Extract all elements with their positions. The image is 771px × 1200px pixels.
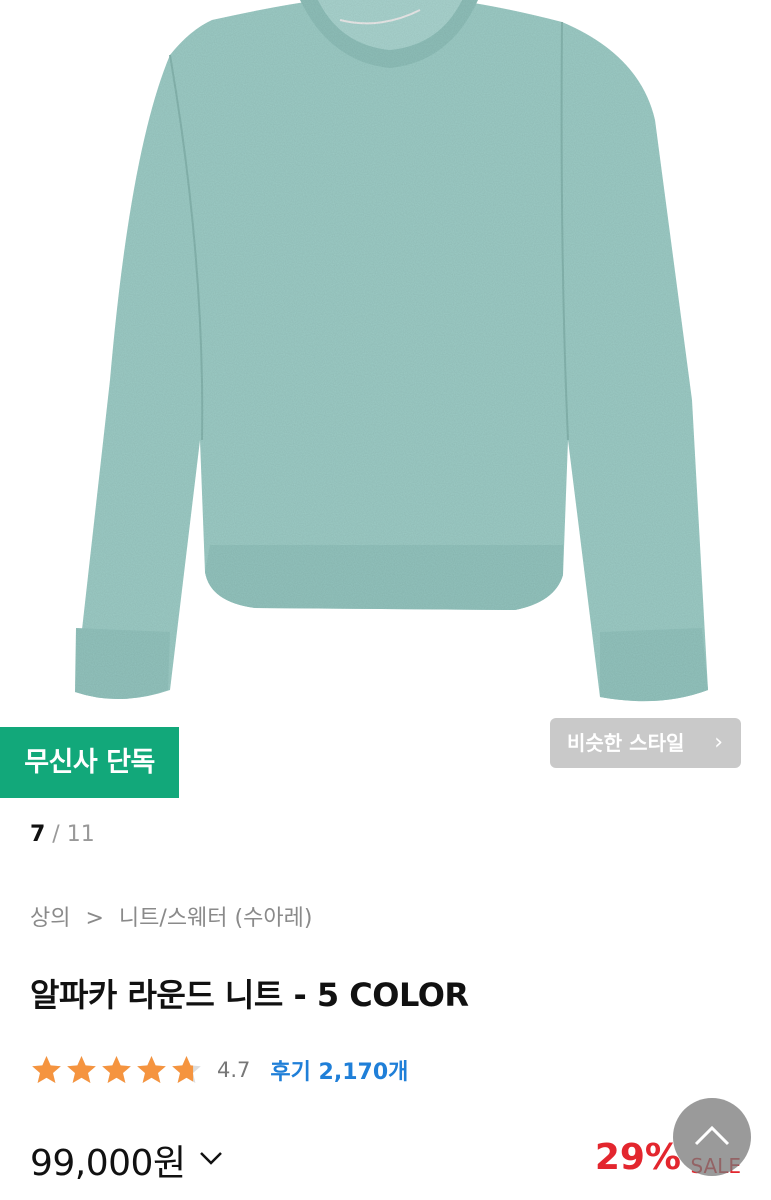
breadcrumb-item-category[interactable]: 상의 [30,906,70,931]
pager-total: 11 [66,822,95,847]
review-count-link[interactable]: 후기 2,170개 [270,1054,408,1086]
star-icon [102,1055,131,1083]
exclusive-badge: 무신사 단독 [0,727,179,798]
breadcrumb-item-subcategory[interactable]: 니트/스웨터 (수아레) [119,906,313,931]
star-icon [137,1055,166,1083]
chevron-up-icon [694,1125,730,1146]
chevron-down-icon[interactable] [198,1150,224,1170]
discount-rate: 29% [594,1137,681,1178]
image-pager: 7 / 11 [30,822,95,847]
product-title: 알파카 라운드 니트 - 5 COLOR [30,976,469,1014]
chevron-right-icon: › [714,730,723,755]
pager-current: 7 [30,822,46,847]
rating-row: 4.7 후기 2,170개 [30,1050,408,1090]
product-image[interactable] [0,0,771,800]
scroll-to-top-button[interactable] [673,1098,751,1176]
pager-separator: / [45,822,67,847]
price-row: 99,000원 [30,1135,224,1185]
similar-style-button[interactable]: 비슷한 스타일 › [550,718,741,768]
rating-value: 4.7 [217,1058,251,1082]
breadcrumb: 상의 > 니트/스웨터 (수아레) [30,900,312,932]
product-price: 99,000원 [30,1143,186,1184]
star-icon [67,1055,96,1083]
sweater-image [75,0,708,702]
breadcrumb-separator: > [85,906,104,931]
similar-style-label: 비슷한 스타일 [567,731,685,755]
star-icon [32,1055,61,1083]
rating-stars [30,1054,203,1087]
star-icon [172,1055,201,1083]
